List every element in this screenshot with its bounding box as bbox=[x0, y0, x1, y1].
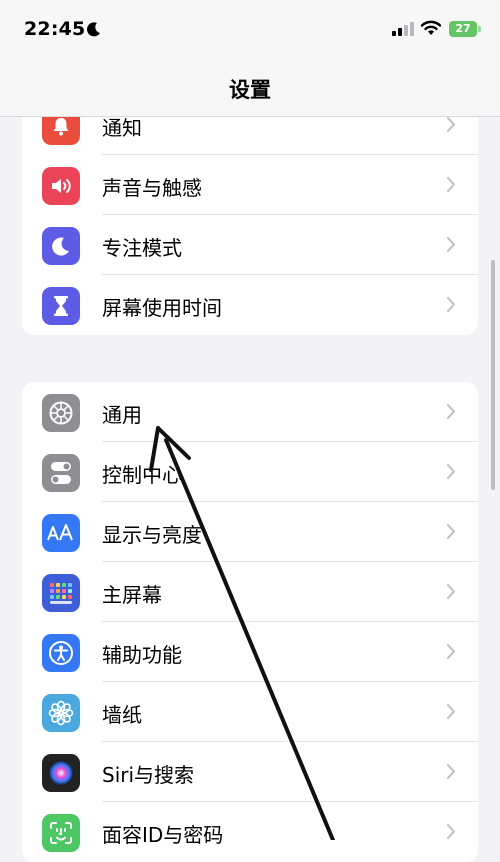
battery-icon: 27 bbox=[449, 21, 477, 37]
battery-tip bbox=[478, 26, 481, 32]
settings-row-label: 屏幕使用时间 bbox=[102, 296, 222, 320]
moon-icon bbox=[87, 22, 100, 37]
nav-bar: 设置 bbox=[0, 62, 500, 117]
status-time: 22:45 bbox=[24, 18, 86, 40]
status-bar: 22:45 27 bbox=[0, 0, 500, 62]
chevron-right-icon bbox=[446, 703, 456, 720]
settings-group-1: 通知 声音与触感 专注模式 屏幕使用时间 bbox=[22, 95, 478, 335]
flower-icon bbox=[48, 700, 74, 726]
chevron-right-icon bbox=[446, 463, 456, 480]
settings-row-label: 面容ID与密码 bbox=[102, 823, 224, 847]
faceid-icon bbox=[50, 822, 72, 844]
siri-icon-tile bbox=[42, 754, 80, 792]
toggle-icon-tile bbox=[42, 454, 80, 492]
chevron-right-icon bbox=[446, 583, 456, 600]
accessibility-icon-tile bbox=[42, 634, 80, 672]
gear-icon bbox=[49, 401, 73, 425]
settings-row-label: 声音与触感 bbox=[102, 176, 202, 200]
chevron-right-icon bbox=[446, 643, 456, 660]
flower-icon-tile bbox=[42, 694, 80, 732]
gear-icon-tile bbox=[42, 394, 80, 432]
battery-level: 27 bbox=[455, 22, 471, 35]
settings-row-label: 控制中心 bbox=[102, 463, 182, 487]
siri-icon bbox=[48, 760, 74, 786]
settings-group-2: 通用 控制中心 显示与亮度 主屏幕 辅助功能 墙纸 Siri与搜索 面容ID与密… bbox=[22, 382, 478, 862]
chevron-right-icon bbox=[446, 763, 456, 780]
settings-row-face-id[interactable]: 面容ID与密码 bbox=[22, 802, 478, 862]
moon-icon-tile bbox=[42, 227, 80, 265]
settings-row-label: 辅助功能 bbox=[102, 643, 182, 667]
chevron-right-icon bbox=[446, 116, 456, 133]
chevron-right-icon bbox=[446, 523, 456, 540]
settings-row-display[interactable]: 显示与亮度 bbox=[22, 502, 478, 562]
settings-row-general[interactable]: 通用 bbox=[22, 382, 478, 442]
wifi-icon bbox=[420, 20, 442, 35]
text-size-icon-tile bbox=[42, 514, 80, 552]
chevron-right-icon bbox=[446, 236, 456, 253]
scroll-indicator bbox=[491, 260, 495, 490]
speaker-icon-tile bbox=[42, 167, 80, 205]
text-size-icon bbox=[47, 524, 73, 541]
home-grid-icon bbox=[50, 583, 72, 604]
settings-row-label: 专注模式 bbox=[102, 236, 182, 260]
settings-row-label: 墙纸 bbox=[102, 703, 142, 727]
hourglass-icon-tile bbox=[42, 287, 80, 325]
accessibility-icon bbox=[49, 641, 73, 665]
settings-row-label: 主屏幕 bbox=[102, 583, 162, 607]
faceid-icon-tile bbox=[42, 814, 80, 852]
home-grid-icon-tile bbox=[42, 574, 80, 612]
settings-row-screen-time[interactable]: 屏幕使用时间 bbox=[22, 275, 478, 335]
chevron-right-icon bbox=[446, 823, 456, 840]
settings-row-siri[interactable]: Siri与搜索 bbox=[22, 742, 478, 802]
speaker-icon bbox=[52, 179, 71, 193]
moon-icon bbox=[52, 237, 69, 256]
hourglass-icon bbox=[54, 296, 68, 316]
chevron-right-icon bbox=[446, 176, 456, 193]
settings-row-label: 通用 bbox=[102, 403, 142, 427]
signal-icon bbox=[392, 22, 414, 36]
settings-row-wallpaper[interactable]: 墙纸 bbox=[22, 682, 478, 742]
page-title: 设置 bbox=[229, 78, 271, 102]
settings-row-accessibility[interactable]: 辅助功能 bbox=[22, 622, 478, 682]
settings-row-focus[interactable]: 专注模式 bbox=[22, 215, 478, 275]
settings-row-control-center[interactable]: 控制中心 bbox=[22, 442, 478, 502]
settings-row-sounds[interactable]: 声音与触感 bbox=[22, 155, 478, 215]
toggle-icon bbox=[51, 462, 71, 484]
chevron-right-icon bbox=[446, 296, 456, 313]
chevron-right-icon bbox=[446, 403, 456, 420]
settings-row-label: 显示与亮度 bbox=[102, 523, 202, 547]
bell-icon bbox=[53, 118, 69, 136]
settings-row-label: Siri与搜索 bbox=[102, 763, 195, 787]
settings-row-home-screen[interactable]: 主屏幕 bbox=[22, 562, 478, 622]
